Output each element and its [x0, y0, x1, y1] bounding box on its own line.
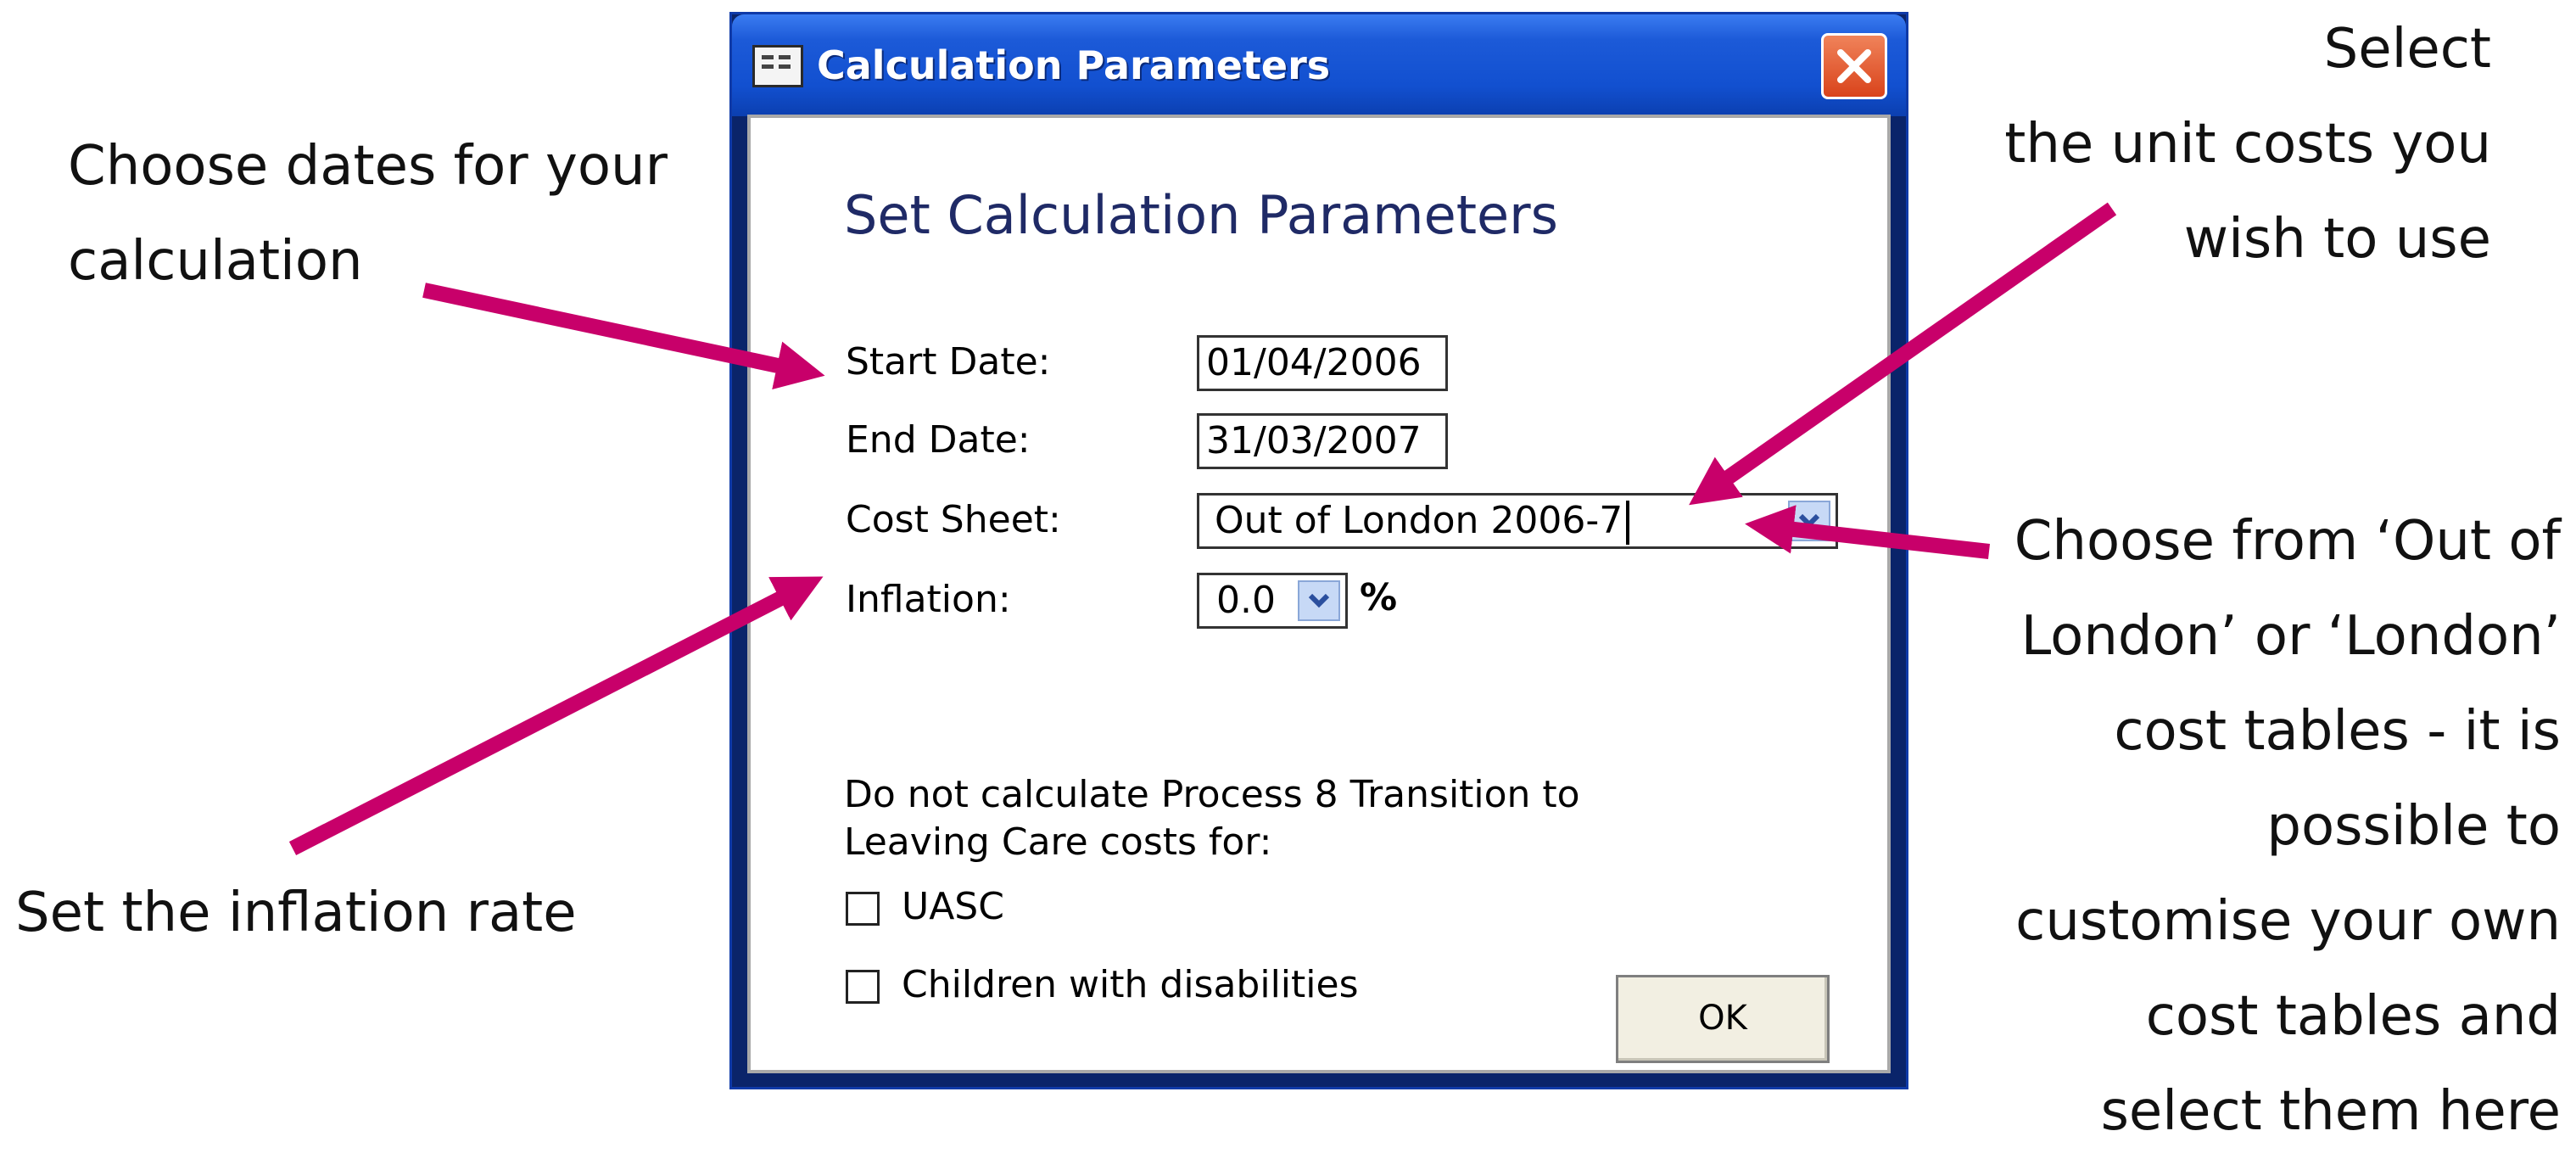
cost-tables-arrow	[1745, 505, 1991, 559]
unit-costs-arrow	[1689, 202, 2117, 506]
dates-arrow	[422, 283, 825, 389]
inflation-arrow	[288, 576, 824, 856]
callout-arrows	[288, 202, 2117, 856]
